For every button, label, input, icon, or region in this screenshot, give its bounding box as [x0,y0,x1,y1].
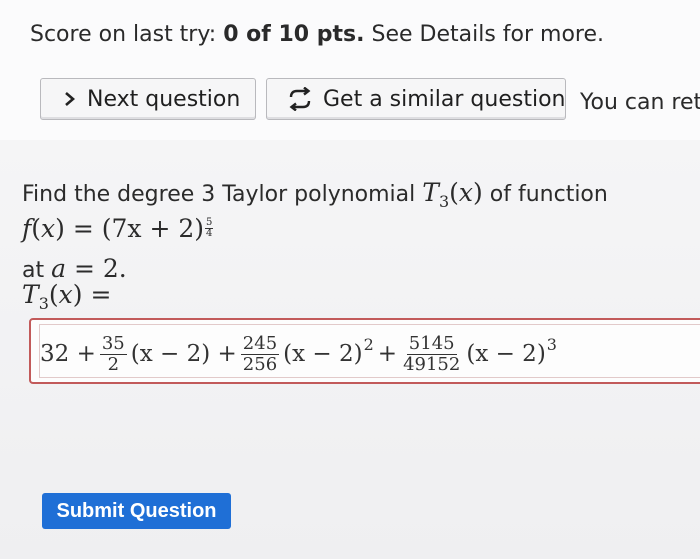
function-definition: f(x) = (7x + 2) 5 4 [22,214,214,243]
center-symbol: a [51,254,67,283]
term3-fraction: 5145 49152 [403,332,461,375]
score-line: Score on last try: 0 of 10 pts. See Deta… [30,22,604,47]
term2-exponent: 2 [363,334,374,354]
function-base: (7x + 2) [101,214,205,243]
answer-input-inner: 32 + 35 2 (x − 2) + 245 256 (x − 2) 2 + 514… [39,324,700,378]
top-panel: Score on last try: 0 of 10 pts. See Deta… [0,0,700,140]
refresh-arrows-icon [287,87,313,111]
term3-factor: (x − 2) [466,341,546,367]
answer-input[interactable]: 32 + 35 2 (x − 2) + 245 256 (x − 2) 2 + 514… [29,318,700,384]
center-value: = 2. [73,254,127,283]
submit-question-button[interactable]: Submit Question [42,493,231,529]
term2-factor: (x − 2) [283,341,363,367]
term1-fraction: 35 2 [99,332,127,375]
score-prefix: Score on last try: [30,22,217,47]
question-intro: Find the degree 3 Taylor polynomial [22,182,416,207]
term2-fraction: 245 256 [240,332,280,375]
term2-plus: + [377,341,398,367]
question-intro-line: Find the degree 3 Taylor polynomial T3(x… [22,178,608,211]
retry-info-text: You can retr [580,90,700,115]
question-intro-tail: of function [489,182,608,207]
next-question-label: Next question [87,86,241,112]
score-value: 0 of 10 pts. [223,22,365,47]
taylor-equation-label: T3(x) = [22,280,112,313]
center-point-line: at a = 2. [22,254,127,283]
answer-constant: 32 + [40,341,96,367]
function-exponent: 54 [205,217,214,239]
answer-expression: 32 + 35 2 (x − 2) + 245 256 (x − 2) 2 + 514… [40,325,557,383]
similar-question-label: Get a similar question [323,86,566,112]
term3-exponent: 3 [546,334,557,354]
chevron-right-icon [63,91,77,107]
next-question-button[interactable]: Next question [40,78,256,120]
score-suffix: See Details for more. [371,22,605,47]
taylor-symbol: T3(x) [422,178,483,211]
similar-question-button[interactable]: Get a similar question [266,78,566,120]
term1-factor: (x − 2) + [130,341,237,367]
